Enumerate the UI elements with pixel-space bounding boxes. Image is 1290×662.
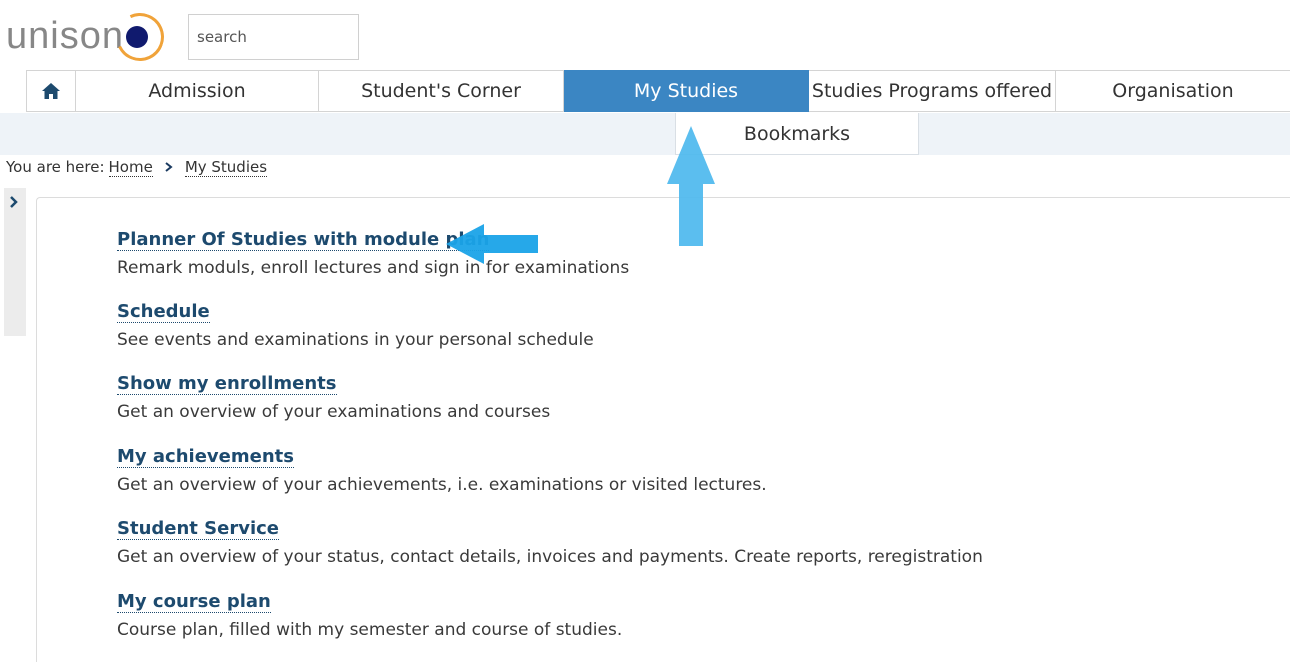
breadcrumb: You are here: Home My Studies <box>6 156 271 178</box>
search-input[interactable] <box>188 14 359 60</box>
entry-description: Get an overview of your achievements, i.… <box>117 475 767 495</box>
nav-item-students-corner[interactable]: Student's Corner <box>319 70 564 112</box>
submenu-bar <box>0 113 1290 155</box>
entry-description: Course plan, filled with my semester and… <box>117 620 623 640</box>
list-item: My course plan Course plan, filled with … <box>117 592 622 641</box>
planner-of-studies-link[interactable]: Planner Of Studies with module plan <box>117 230 490 251</box>
arrow-up-annotation-icon <box>667 126 715 246</box>
student-service-link[interactable]: Student Service <box>117 519 279 540</box>
chevron-right-icon <box>165 162 173 172</box>
breadcrumb-prefix: You are here: <box>6 158 105 176</box>
breadcrumb-my-studies-link[interactable]: My Studies <box>184 158 268 177</box>
breadcrumb-home-link[interactable]: Home <box>108 158 153 177</box>
chevron-right-icon <box>10 196 18 208</box>
nav-item-studies-programs-offered[interactable]: Studies Programs offered <box>809 70 1056 112</box>
entry-description: Get an overview of your status, contact … <box>117 547 983 567</box>
nav-home-button[interactable] <box>26 70 76 112</box>
nav-item-admission[interactable]: Admission <box>76 70 319 112</box>
list-item: Schedule See events and examinations in … <box>117 302 594 351</box>
nav-item-organisation[interactable]: Organisation <box>1056 70 1290 112</box>
my-achievements-link[interactable]: My achievements <box>117 447 294 468</box>
schedule-link[interactable]: Schedule <box>117 302 210 323</box>
list-item: Student Service Get an overview of your … <box>117 519 983 568</box>
logo-dot-icon <box>126 26 148 48</box>
list-item: My achievements Get an overview of your … <box>117 447 767 496</box>
list-item: Show my enrollments Get an overview of y… <box>117 374 550 423</box>
main-nav: Admission Student's Corner My Studies St… <box>0 70 1290 113</box>
entry-description: Get an overview of your examinations and… <box>117 402 551 422</box>
entry-description: Remark moduls, enroll lectures and sign … <box>117 258 630 278</box>
sidebar-toggle[interactable] <box>4 188 26 336</box>
entry-description: See events and examinations in your pers… <box>117 330 594 350</box>
home-icon <box>42 83 60 99</box>
logo[interactable]: unison <box>6 6 176 68</box>
nav-item-my-studies[interactable]: My Studies <box>564 70 809 112</box>
show-my-enrollments-link[interactable]: Show my enrollments <box>117 374 337 395</box>
list-item: Planner Of Studies with module plan Rema… <box>117 230 629 279</box>
arrow-left-annotation-icon <box>446 224 538 264</box>
my-course-plan-link[interactable]: My course plan <box>117 592 271 613</box>
logo-text: unison <box>6 15 124 57</box>
